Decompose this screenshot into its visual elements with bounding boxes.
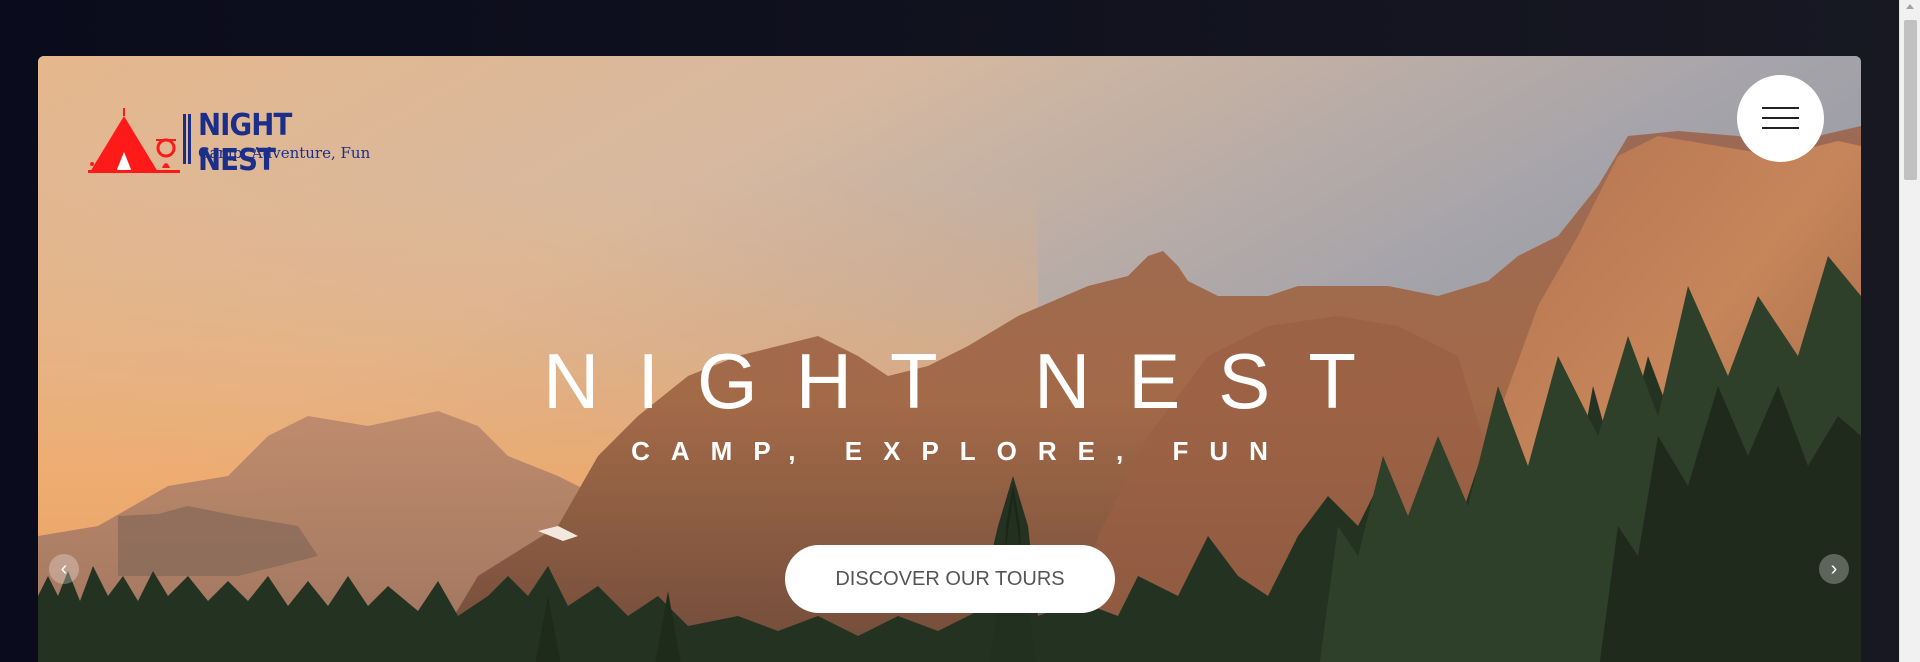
discover-tours-button[interactable]: DISCOVER OUR TOURS	[785, 545, 1115, 613]
chevron-left-icon: ‹	[60, 558, 68, 580]
hero-title: NIGHT NEST	[543, 337, 1394, 425]
slider-next-button[interactable]: ›	[1819, 554, 1849, 584]
slider-prev-button[interactable]: ‹	[49, 554, 79, 584]
hamburger-menu-icon	[1762, 107, 1799, 109]
logo-tagline: Camp, Adventure, Fun	[198, 144, 371, 162]
site-logo[interactable]: NIGHT NEST Camp, Adventure, Fun	[86, 106, 376, 178]
logo-divider	[183, 114, 191, 164]
hero-subtitle: CAMP, EXPLORE, FUN	[631, 436, 1289, 466]
scroll-thumb[interactable]	[1904, 20, 1917, 180]
scroll-up-arrow-icon[interactable]	[1906, 4, 1914, 9]
logo-name: NIGHT NEST	[198, 108, 292, 178]
tent-campfire-icon	[88, 108, 180, 173]
page-scrollbar[interactable]	[1899, 0, 1920, 662]
hero-slider: NIGHT NEST Camp, Adventure, Fun NIGHT NE…	[38, 56, 1861, 662]
hamburger-menu-icon	[1762, 117, 1799, 119]
chevron-right-icon: ›	[1830, 558, 1838, 580]
menu-button[interactable]	[1737, 75, 1824, 162]
hamburger-menu-icon	[1762, 127, 1799, 129]
